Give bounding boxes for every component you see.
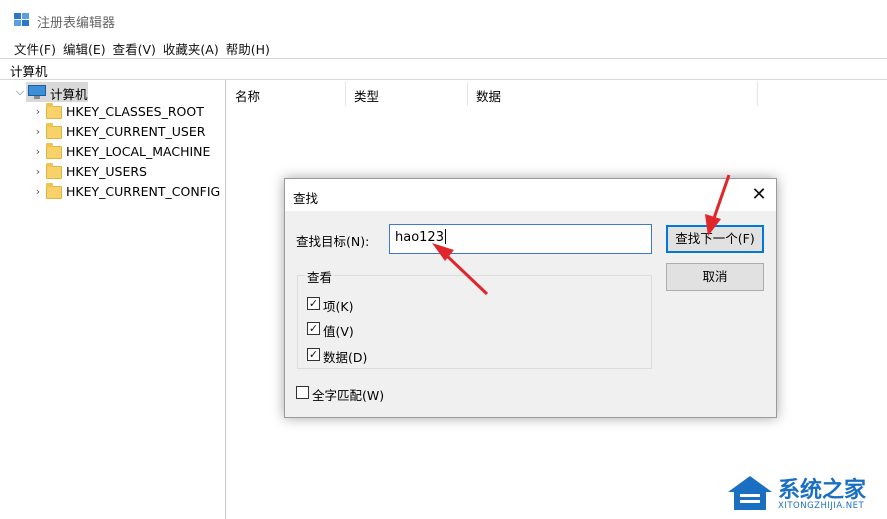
menu-view[interactable]: 查看(V)	[113, 38, 163, 58]
chevron-down-icon[interactable]: ⌵	[14, 86, 26, 98]
checkbox-label: 数据(D)	[323, 350, 368, 365]
folder-icon	[46, 183, 62, 199]
watermark-url: XITONGZHIJIA.NET	[778, 501, 865, 511]
checkbox-checked-icon[interactable]: ✓	[307, 348, 320, 361]
address-bar[interactable]: 计算机	[0, 58, 887, 80]
tree-item-label: HKEY_LOCAL_MACHINE	[66, 144, 211, 159]
find-dialog: 查找 ✕ 查找目标(N): hao123 查找下一个(F) 取消 查看 ✓ 项(…	[284, 178, 777, 418]
column-divider[interactable]	[467, 82, 468, 106]
chevron-right-icon[interactable]: ›	[32, 126, 44, 138]
find-target-value: hao123	[395, 230, 444, 245]
cancel-button[interactable]: 取消	[666, 263, 764, 291]
registry-app-icon	[14, 13, 30, 27]
tree-item-computer[interactable]: ⌵ 计算机	[0, 82, 225, 102]
tree-item-label: HKEY_CURRENT_CONFIG	[66, 184, 221, 199]
checkbox-checked-icon[interactable]: ✓	[307, 297, 320, 310]
values-list-header: 名称 类型 数据	[227, 82, 887, 106]
column-header-data[interactable]: 数据	[476, 86, 501, 105]
house-logo-icon	[728, 476, 772, 510]
menu-edit[interactable]: 编辑(E)	[63, 38, 113, 58]
find-dialog-title-bar: 查找 ✕	[285, 179, 776, 211]
menu-file[interactable]: 文件(F)	[0, 38, 63, 58]
menu-help[interactable]: 帮助(H)	[226, 38, 277, 58]
column-header-name[interactable]: 名称	[235, 86, 260, 105]
menu-favorites[interactable]: 收藏夹(A)	[163, 38, 226, 58]
title-bar: 注册表编辑器	[0, 0, 887, 38]
look-at-group-title: 查看	[305, 267, 335, 286]
find-dialog-title: 查找	[293, 191, 319, 206]
tree-item-hkey-classes-root[interactable]: › HKEY_CLASSES_ROOT	[0, 102, 225, 122]
checkbox-label: 值(V)	[323, 324, 354, 339]
chevron-right-icon[interactable]: ›	[32, 186, 44, 198]
find-next-button[interactable]: 查找下一个(F)	[666, 225, 764, 253]
column-header-type[interactable]: 类型	[354, 86, 379, 105]
chevron-right-icon[interactable]: ›	[32, 146, 44, 158]
checkbox-checked-icon[interactable]: ✓	[307, 322, 320, 335]
folder-icon	[46, 163, 62, 179]
tree-item-hkey-current-config[interactable]: › HKEY_CURRENT_CONFIG	[0, 182, 225, 202]
tree-item-label: HKEY_USERS	[66, 164, 147, 179]
folder-icon	[46, 123, 62, 139]
computer-icon	[28, 85, 46, 99]
watermark-text: 系统之家	[778, 478, 867, 503]
tree-item-hkey-users[interactable]: › HKEY_USERS	[0, 162, 225, 182]
folder-icon	[46, 143, 62, 159]
registry-editor-window: 注册表编辑器 文件(F) 编辑(E) 查看(V) 收藏夹(A) 帮助(H) 计算…	[0, 0, 887, 519]
find-target-label: 查找目标(N):	[296, 234, 370, 249]
close-icon[interactable]: ✕	[747, 183, 771, 207]
key-tree: ⌵ 计算机 › HKEY_CLASSES_ROOT › HKEY_CURRENT…	[0, 80, 226, 519]
tree-item-hkey-current-user[interactable]: › HKEY_CURRENT_USER	[0, 122, 225, 142]
checkbox-label: 项(K)	[323, 299, 354, 314]
address-path: 计算机	[10, 64, 48, 79]
tree-item-label: HKEY_CLASSES_ROOT	[66, 104, 204, 119]
chevron-right-icon[interactable]: ›	[32, 166, 44, 178]
tree-item-label: HKEY_CURRENT_USER	[66, 124, 206, 139]
watermark: 系统之家 XITONGZHIJIA.NET	[726, 470, 886, 518]
tree-item-label: 计算机	[50, 87, 88, 102]
column-divider[interactable]	[757, 82, 758, 106]
chevron-right-icon[interactable]: ›	[32, 106, 44, 118]
menu-bar: 文件(F) 编辑(E) 查看(V) 收藏夹(A) 帮助(H)	[0, 38, 277, 58]
tree-item-hkey-local-machine[interactable]: › HKEY_LOCAL_MACHINE	[0, 142, 225, 162]
find-target-input[interactable]: hao123	[389, 224, 652, 254]
window-title: 注册表编辑器	[37, 16, 116, 31]
column-divider[interactable]	[345, 82, 346, 106]
folder-icon	[46, 103, 62, 119]
checkbox-label: 全字匹配(W)	[312, 388, 385, 403]
checkbox-unchecked-icon[interactable]	[296, 386, 309, 399]
text-caret	[444, 229, 446, 244]
